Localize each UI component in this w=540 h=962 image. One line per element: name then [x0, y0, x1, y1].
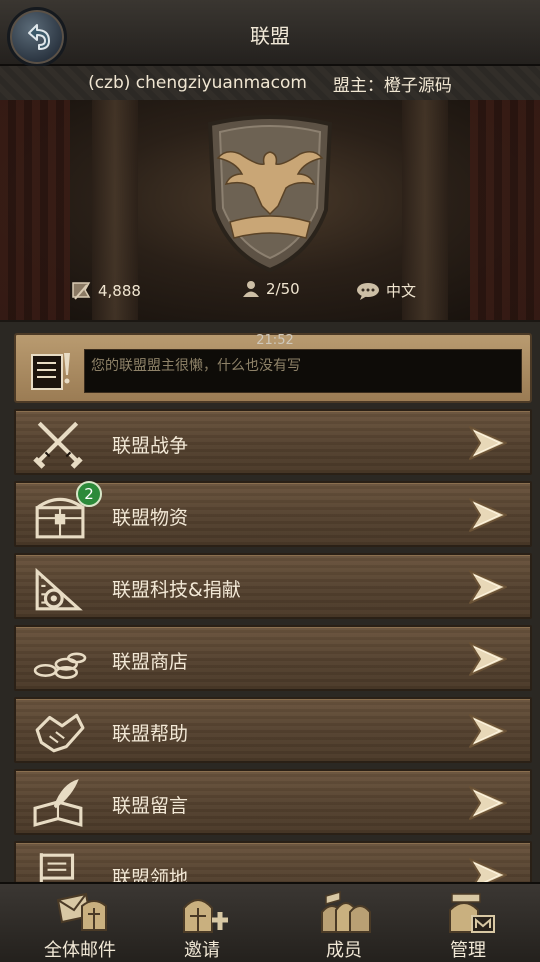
gear-ruler-icon: [35, 567, 83, 611]
menu-row-4[interactable]: 联盟帮助: [14, 697, 532, 763]
tab-invite[interactable]: 邀请: [142, 884, 262, 962]
bottom-tab-bar: 全体邮件 邀请 成员 管理: [0, 882, 540, 962]
alliance-info-bar: (czb) chengziyuanmacom 盟主：橙子源码: [0, 66, 540, 102]
crossed-swords-icon: [33, 421, 83, 469]
menu-row-label: 联盟商店: [112, 651, 189, 673]
tab-mail-all[interactable]: 全体邮件: [20, 884, 140, 962]
notice-text: 您的联盟盟主很懒，什么也没有写: [84, 349, 522, 393]
chevron-right-icon: [469, 642, 507, 676]
coins-icon: [33, 652, 87, 680]
notification-badge: 2: [76, 481, 102, 507]
menu-row-5[interactable]: 联盟留言: [14, 769, 532, 835]
page-title: 联盟: [250, 24, 290, 48]
alliance-name: (czb) chengziyuanmacom: [88, 73, 307, 93]
member-count-stat: 2/50: [242, 280, 300, 298]
header-bar: 联盟: [0, 0, 540, 67]
chevron-right-icon: [469, 426, 507, 460]
tab-label: 成员: [326, 940, 362, 961]
power-value: 4,888: [98, 282, 141, 300]
alliance-leader: 盟主：橙子源码: [332, 75, 452, 96]
chevron-right-icon: [469, 714, 507, 748]
mail-helmet-icon: [56, 892, 107, 931]
power-flag-icon: [72, 282, 91, 300]
helmet-manage-icon: [449, 893, 495, 933]
eagle-shield-icon[interactable]: [200, 114, 340, 274]
notice-time: 21:52: [256, 333, 294, 348]
tab-members[interactable]: 成员: [284, 884, 404, 962]
curtain-left: [0, 100, 70, 320]
tab-label: 邀请: [184, 940, 220, 961]
tab-label: 管理: [450, 940, 486, 961]
language-value: 中文: [386, 282, 417, 300]
menu-row-0[interactable]: 联盟战争: [14, 409, 532, 475]
menu-row-3[interactable]: 联盟商店: [14, 625, 532, 691]
curtain-right: [470, 100, 540, 320]
person-icon: [243, 281, 259, 297]
chevron-right-icon: [469, 498, 507, 532]
helmets-group-icon: [321, 891, 371, 933]
menu-row-label: 联盟战争: [112, 435, 189, 457]
power-stat: 4,888: [70, 280, 141, 302]
helmet-plus-icon: [183, 899, 228, 933]
notice-board-icon: [31, 353, 70, 390]
alliance-banner: 4,888 2/50 中文: [0, 100, 540, 320]
menu-row-label: 联盟留言: [112, 795, 189, 817]
speech-bubble-icon: [357, 282, 379, 300]
menu-row-label: 联盟物资: [112, 507, 189, 529]
language-stat: 中文: [356, 280, 416, 301]
tab-label: 全体邮件: [44, 940, 116, 961]
menu-row-1[interactable]: 联盟物资 2: [14, 481, 532, 547]
menu-row-2[interactable]: 联盟科技&捐献: [14, 553, 532, 619]
member-count-value: 2/50: [266, 280, 300, 298]
alliance-notice[interactable]: 21:52 您的联盟盟主很懒，什么也没有写: [14, 333, 532, 403]
menu-row-label: 联盟帮助: [112, 723, 189, 745]
menu-row-label: 联盟科技&捐献: [112, 579, 241, 601]
tab-manage[interactable]: 管理: [408, 884, 528, 962]
chevron-right-icon: [469, 570, 507, 604]
handshake-icon: [35, 713, 85, 753]
quill-book-icon: [33, 779, 83, 827]
chevron-right-icon: [469, 786, 507, 820]
